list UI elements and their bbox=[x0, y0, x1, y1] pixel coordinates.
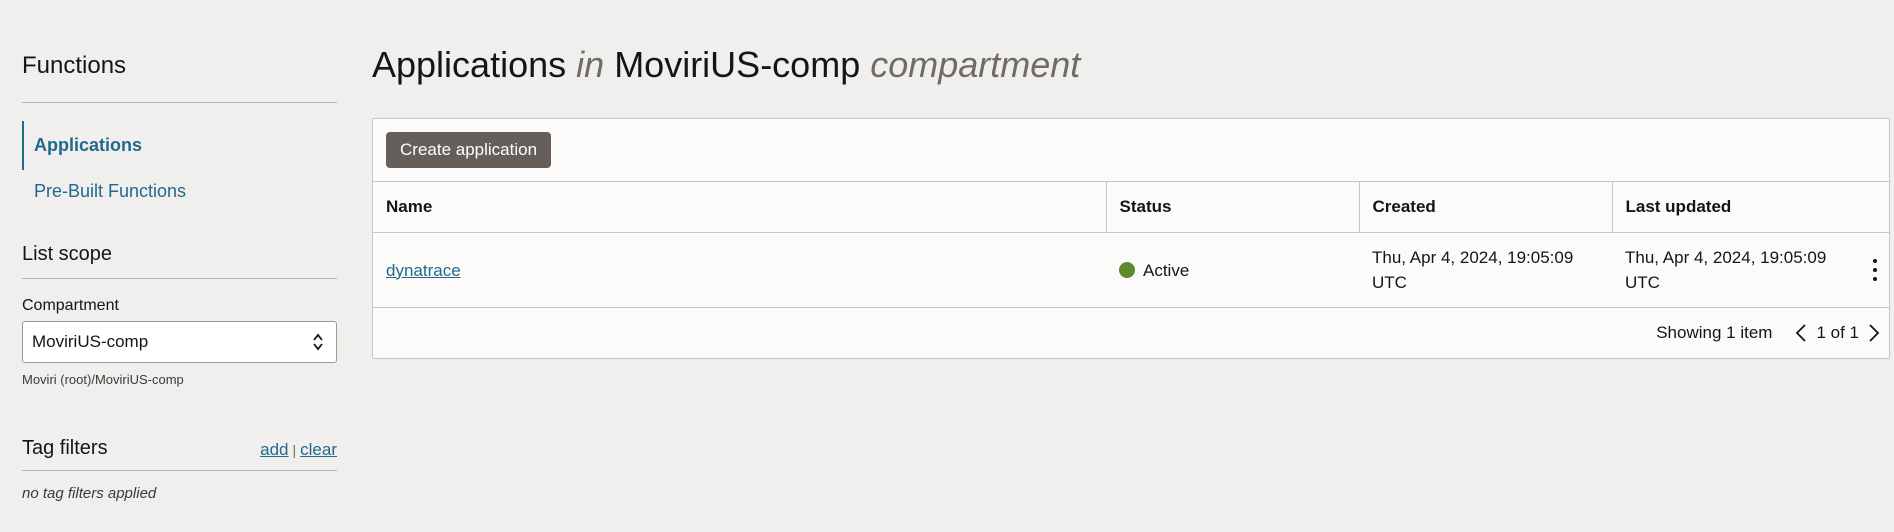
cell-name: dynatrace bbox=[373, 232, 1106, 309]
compartment-path: Moviri (root)/MoviriUS-comp bbox=[22, 372, 184, 387]
compartment-select-value: MoviriUS-comp bbox=[32, 332, 149, 351]
column-header-created[interactable]: Created bbox=[1358, 181, 1612, 234]
page-title-resource: Applications bbox=[372, 44, 567, 85]
clear-tag-filters-link[interactable]: clear bbox=[300, 440, 337, 459]
tag-filters-header: Tag filters add | clear bbox=[22, 437, 337, 471]
pagination-page: 1 of 1 bbox=[1816, 323, 1859, 343]
table-toolbar: Create application bbox=[373, 119, 1889, 181]
sidebar-item-applications[interactable]: Applications bbox=[22, 121, 337, 170]
more-vertical-icon[interactable] bbox=[1868, 259, 1882, 282]
page-title-compartment: MoviriUS-comp bbox=[614, 44, 861, 85]
page-title-suffix: compartment bbox=[870, 44, 1081, 85]
tag-filters-empty-text: no tag filters applied bbox=[22, 485, 157, 502]
sidebar-item-pre-built-functions[interactable]: Pre-Built Functions bbox=[22, 170, 337, 213]
chevron-right-icon[interactable] bbox=[1867, 323, 1881, 343]
tag-filter-actions: add | clear bbox=[260, 440, 337, 460]
add-tag-filter-link[interactable]: add bbox=[260, 440, 288, 459]
cell-created: Thu, Apr 4, 2024, 19:05:09 UTC bbox=[1359, 232, 1612, 309]
cell-status: Active bbox=[1106, 232, 1359, 309]
last-updated-text: Thu, Apr 4, 2024, 19:05:09 UTC bbox=[1625, 248, 1827, 293]
table-row: dynatrace Active Thu, Apr 4, 2024, 19:05… bbox=[373, 232, 1890, 309]
main-content: Applications in MoviriUS-comp compartmen… bbox=[372, 0, 1890, 360]
applications-panel: Create application Name Status Created L… bbox=[372, 118, 1890, 360]
page-title-in: in bbox=[576, 44, 605, 85]
status-text: Active bbox=[1143, 260, 1190, 280]
applications-table: Name Status Created Last updated dynatra… bbox=[373, 181, 1890, 309]
sidebar: Functions Applications Pre-Built Functio… bbox=[22, 0, 337, 502]
column-header-name[interactable]: Name bbox=[373, 181, 1106, 234]
status-active-icon bbox=[1119, 262, 1135, 279]
compartment-select[interactable]: MoviriUS-comp bbox=[22, 321, 337, 363]
column-header-status[interactable]: Status bbox=[1105, 181, 1359, 234]
compartment-label: Compartment bbox=[22, 297, 119, 314]
status-badge: Active bbox=[1119, 258, 1346, 283]
tag-actions-separator: | bbox=[292, 442, 297, 458]
create-application-button[interactable]: Create application bbox=[386, 132, 552, 169]
tag-filters-title: Tag filters bbox=[22, 437, 108, 459]
sidebar-title: Functions bbox=[22, 52, 337, 103]
cell-last-updated: Thu, Apr 4, 2024, 19:05:09 UTC bbox=[1612, 232, 1890, 309]
page-title: Applications in MoviriUS-comp compartmen… bbox=[372, 44, 1890, 94]
page: Functions Applications Pre-Built Functio… bbox=[0, 0, 1894, 532]
chevron-left-icon[interactable] bbox=[1794, 323, 1808, 343]
pagination: Showing 1 item 1 of 1 bbox=[373, 308, 1889, 358]
chevron-up-down-icon bbox=[312, 332, 324, 352]
column-header-last-updated[interactable]: Last updated bbox=[1611, 181, 1890, 234]
list-scope-title: List scope bbox=[22, 243, 337, 279]
sidebar-nav: Applications Pre-Built Functions bbox=[22, 121, 337, 213]
table-header-row: Name Status Created Last updated bbox=[373, 181, 1890, 234]
application-link[interactable]: dynatrace bbox=[386, 261, 461, 280]
pagination-summary: Showing 1 item bbox=[1656, 323, 1773, 343]
